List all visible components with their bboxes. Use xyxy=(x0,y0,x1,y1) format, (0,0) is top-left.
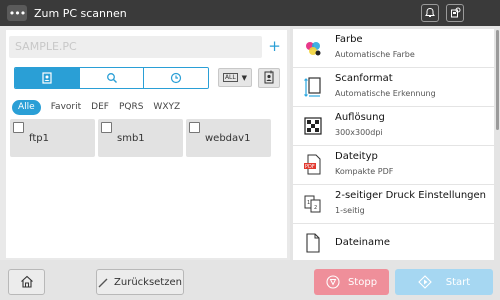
settings-panel: Farbe Automatische Farbe Scanformat Auto… xyxy=(290,26,500,262)
address-input[interactable]: SAMPLE.PC xyxy=(9,36,262,58)
bottom-bar: Zurücksetzen Stopp Start xyxy=(0,260,500,300)
register-address-button[interactable] xyxy=(258,68,280,88)
tab-history[interactable] xyxy=(143,68,208,88)
index-tab-wxyz[interactable]: WXYZ xyxy=(153,100,180,115)
clock-icon xyxy=(170,69,182,88)
tab-address-book[interactable] xyxy=(15,68,79,88)
page-title: Zum PC scannen xyxy=(34,6,127,20)
pdf-file-icon: PDF xyxy=(302,154,324,176)
stop-label: Stopp xyxy=(347,276,378,288)
document-icon xyxy=(302,232,324,254)
setting-title: Dateiname xyxy=(335,237,391,248)
home-icon xyxy=(20,273,34,292)
address-book-icon xyxy=(42,69,52,88)
menu-button[interactable]: ••• xyxy=(7,5,27,21)
resolution-icon xyxy=(302,115,324,137)
settings-scrollbar[interactable] xyxy=(496,30,499,130)
add-destination-button[interactable]: + xyxy=(265,36,284,58)
destination-item-webdav1[interactable]: webdav1 xyxy=(186,119,271,157)
setting-value: Automatische Farbe xyxy=(335,50,415,59)
stop-button[interactable]: Stopp xyxy=(314,269,389,295)
setting-title: Dateityp xyxy=(335,151,378,162)
address-register-icon xyxy=(263,69,275,88)
setting-title: Farbe xyxy=(335,34,363,45)
destination-label: smb1 xyxy=(117,133,145,144)
svg-text:2: 2 xyxy=(314,205,317,211)
setting-title: 2-seitiger Druck Einstellungen xyxy=(335,190,487,201)
filter-dropdown-value: ALL xyxy=(222,73,238,82)
index-tab-favorit[interactable]: Favorit xyxy=(51,100,81,115)
setting-title: Auflösung xyxy=(335,112,385,123)
title-bar: ••• Zum PC scannen xyxy=(0,0,500,26)
setting-value: 1-seitig xyxy=(335,206,365,215)
index-tabs: Alle Favorit DEF PQRS WXYZ xyxy=(12,100,190,115)
setting-value: Automatische Erkennung xyxy=(335,89,436,98)
setting-value: Kompakte PDF xyxy=(335,167,394,176)
index-tab-def[interactable]: DEF xyxy=(91,100,109,115)
setting-file-name[interactable]: Dateiname xyxy=(293,224,494,262)
stop-icon xyxy=(326,275,340,289)
checkbox[interactable] xyxy=(13,122,24,133)
setting-duplex[interactable]: 12 2-seitiger Druck Einstellungen 1-seit… xyxy=(293,185,494,223)
tab-search[interactable] xyxy=(78,68,144,88)
search-icon xyxy=(106,69,118,88)
eraser-icon xyxy=(98,278,108,287)
search-tabs xyxy=(14,67,209,89)
index-tab-pqrs[interactable]: PQRS xyxy=(119,100,143,115)
setting-scan-size[interactable]: Scanformat Automatische Erkennung xyxy=(293,68,494,106)
setting-color[interactable]: Farbe Automatische Farbe xyxy=(293,29,494,67)
reset-button[interactable]: Zurücksetzen xyxy=(96,269,184,295)
index-tab-all[interactable]: Alle xyxy=(12,100,41,115)
duplex-icon: 12 xyxy=(302,193,324,215)
destination-label: webdav1 xyxy=(205,133,251,144)
setting-value: 300x300dpi xyxy=(335,128,383,137)
filter-dropdown[interactable]: ALL ▼ xyxy=(218,68,252,87)
setting-file-type[interactable]: PDF Dateityp Kompakte PDF xyxy=(293,146,494,184)
chevron-down-icon: ▼ xyxy=(241,73,248,82)
home-button[interactable] xyxy=(8,269,45,295)
destination-label: ftp1 xyxy=(29,133,49,144)
device-icon[interactable] xyxy=(446,4,464,22)
start-icon xyxy=(418,275,432,289)
svg-text:PDF: PDF xyxy=(305,164,315,170)
setting-title: Scanformat xyxy=(335,73,393,84)
destination-panel: SAMPLE.PC + ALL ▼ Alle Favorit DEF PQRS … xyxy=(0,26,290,260)
setting-resolution[interactable]: Auflösung 300x300dpi xyxy=(293,107,494,145)
destination-item-ftp1[interactable]: ftp1 xyxy=(10,119,95,157)
color-icon xyxy=(302,37,324,59)
svg-text:1: 1 xyxy=(307,200,310,206)
destination-area: SAMPLE.PC + ALL ▼ Alle Favorit DEF PQRS … xyxy=(6,30,287,258)
checkbox[interactable] xyxy=(189,122,200,133)
destination-item-smb1[interactable]: smb1 xyxy=(98,119,183,157)
destination-list: ftp1 smb1 webdav1 xyxy=(10,119,274,157)
start-button[interactable]: Start xyxy=(395,269,493,295)
start-label: Start xyxy=(445,276,471,288)
scan-size-icon xyxy=(302,76,324,98)
bell-icon[interactable] xyxy=(421,4,439,22)
reset-label: Zurücksetzen xyxy=(114,276,182,288)
checkbox[interactable] xyxy=(101,122,112,133)
